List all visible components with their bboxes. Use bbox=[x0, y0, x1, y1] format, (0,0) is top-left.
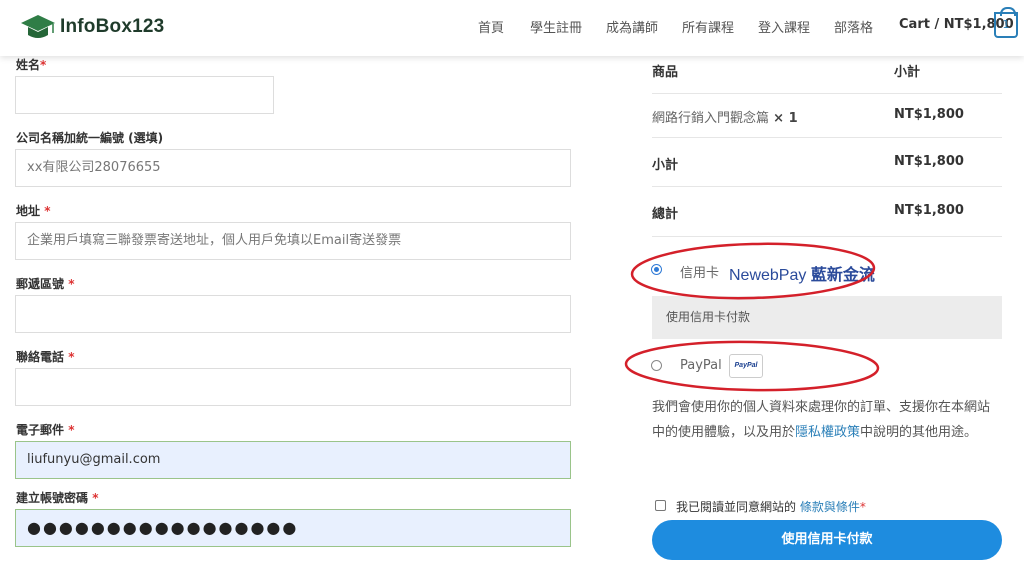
credit-card-description: 使用信用卡付款 bbox=[652, 296, 1002, 339]
privacy-notice: 我們會使用你的個人資料來處理你的訂單、支援你在本網站中的使用體驗，以及用於隱私權… bbox=[652, 400, 991, 440]
paypal-label[interactable]: PayPal bbox=[680, 358, 722, 373]
company-field[interactable]: xx有限公司28076655 bbox=[15, 149, 571, 187]
credit-card-label[interactable]: 信用卡 bbox=[680, 262, 719, 281]
address-label: 地址 * bbox=[16, 204, 51, 218]
paypal-radio[interactable] bbox=[651, 360, 662, 371]
graduation-cap-icon bbox=[21, 15, 55, 38]
site-logo[interactable]: InfoBox123 bbox=[20, 12, 164, 42]
col-subtotal-header: 小計 bbox=[894, 65, 921, 80]
subtotal-value: NT$1,800 bbox=[894, 154, 964, 169]
privacy-policy-link[interactable]: 隱私權政策 bbox=[795, 425, 860, 440]
divider bbox=[652, 236, 1002, 237]
brand-name: InfoBox123 bbox=[60, 16, 165, 37]
password-field[interactable]: ●●●●●●●●●●●●●●●●● bbox=[15, 509, 571, 547]
total-label: 總計 bbox=[652, 207, 679, 222]
col-product-header: 商品 bbox=[652, 65, 679, 80]
paypal-logo: PayPal bbox=[729, 354, 763, 378]
total-value: NT$1,800 bbox=[894, 203, 964, 218]
nav-login-course[interactable]: 登入課程 bbox=[758, 17, 810, 36]
phone-field[interactable] bbox=[15, 368, 571, 406]
subtotal-label: 小計 bbox=[652, 158, 679, 173]
divider bbox=[652, 137, 1002, 138]
divider bbox=[652, 186, 1002, 187]
item-name: 網路行銷入門觀念篇 × 1 bbox=[652, 111, 798, 126]
password-label: 建立帳號密碼 * bbox=[16, 491, 99, 505]
place-order-button[interactable]: 使用信用卡付款 bbox=[652, 520, 1002, 560]
terms-label: 我已閱讀並同意網站的 條款與條件* bbox=[676, 500, 866, 514]
cart-bag-icon[interactable]: 1 bbox=[994, 7, 1018, 38]
divider bbox=[652, 93, 1002, 94]
phone-label: 聯絡電話 * bbox=[16, 350, 75, 364]
credit-card-radio[interactable] bbox=[651, 264, 662, 275]
nav-student-register[interactable]: 學生註冊 bbox=[530, 17, 582, 36]
nav-become-instructor[interactable]: 成為講師 bbox=[606, 17, 658, 36]
zip-label: 郵遞區號 * bbox=[16, 277, 75, 291]
item-price: NT$1,800 bbox=[894, 107, 964, 122]
nav-blog[interactable]: 部落格 bbox=[834, 17, 873, 36]
address-field[interactable]: 企業用戶填寫三聯發票寄送地址，個人用戶免填以Email寄送發票 bbox=[15, 222, 571, 260]
nav-home[interactable]: 首頁 bbox=[478, 17, 504, 36]
nav-all-courses[interactable]: 所有課程 bbox=[682, 17, 734, 36]
newebpay-logo: NewebPay 藍新金流 bbox=[729, 267, 875, 284]
email-label: 電子郵件 * bbox=[16, 423, 75, 437]
name-field[interactable] bbox=[15, 76, 274, 114]
site-header: InfoBox123 首頁 學生註冊 成為講師 所有課程 登入課程 部落格 Ca… bbox=[0, 0, 1024, 56]
zip-field[interactable] bbox=[15, 295, 571, 333]
terms-checkbox[interactable] bbox=[655, 500, 666, 511]
company-label: 公司名稱加統一編號 (選填) bbox=[16, 131, 164, 145]
email-field[interactable]: liufunyu@gmail.com bbox=[15, 441, 571, 479]
terms-link[interactable]: 條款與條件 bbox=[800, 500, 860, 514]
name-label: 姓名* bbox=[16, 58, 47, 72]
